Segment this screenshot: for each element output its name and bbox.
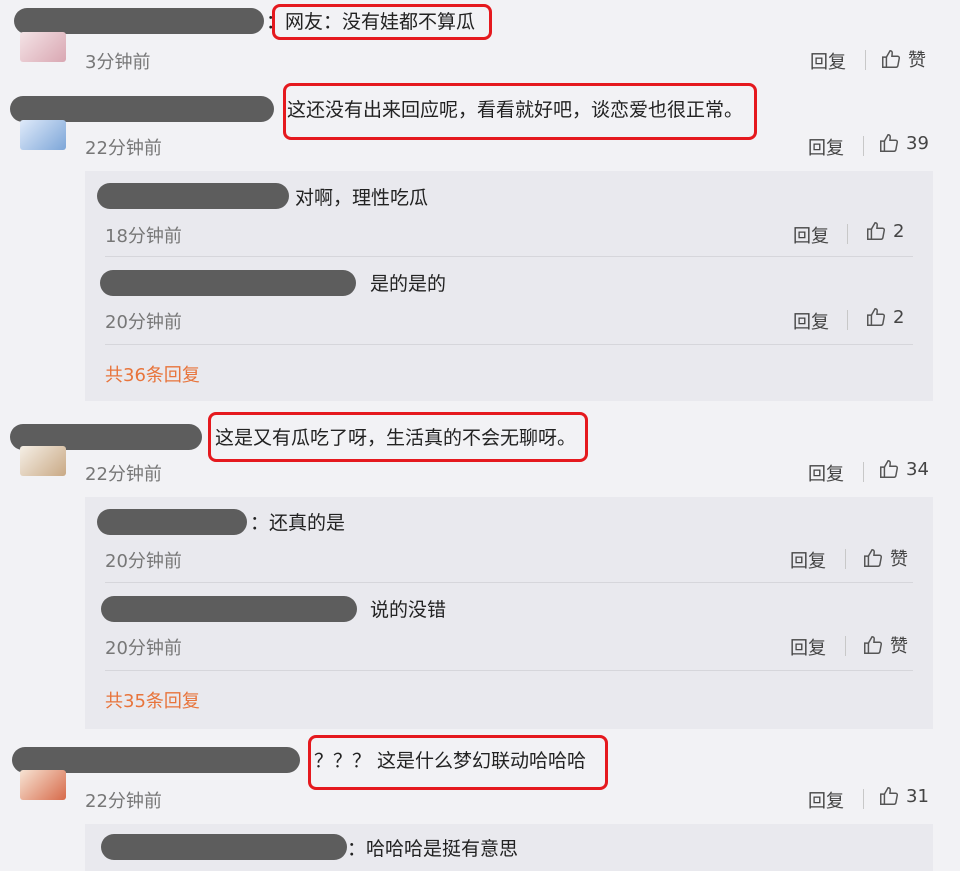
reply-button[interactable]: 回复: [793, 222, 829, 248]
like-count: 赞: [908, 50, 926, 71]
like-button[interactable]: 34: [878, 458, 929, 480]
reply-text: ：还真的是: [250, 512, 346, 534]
highlight-box: [208, 412, 588, 462]
reply-time: 18分钟前: [105, 226, 182, 247]
thumbs-up-icon: [864, 636, 883, 654]
reply-button[interactable]: 回复: [808, 787, 844, 813]
divider: [845, 549, 846, 569]
reply-panel: ：哈哈哈是挺有意思: [85, 824, 933, 871]
redacted-username[interactable]: [101, 596, 357, 622]
row-divider: [105, 582, 913, 583]
like-button[interactable]: 31: [878, 785, 929, 807]
like-count: 2: [893, 220, 905, 242]
reply-button[interactable]: 回复: [808, 460, 844, 486]
comment-time: 22分钟前: [85, 464, 162, 485]
avatar[interactable]: [20, 446, 66, 476]
redacted-username[interactable]: [97, 183, 289, 209]
highlight-box: [308, 735, 608, 790]
highlight-box: [283, 83, 757, 140]
more-replies-link[interactable]: 共36条回复: [105, 361, 200, 387]
row-divider: [105, 670, 913, 671]
highlight-box: [272, 4, 492, 40]
more-replies-link[interactable]: 共35条回复: [105, 687, 200, 713]
like-button[interactable]: 赞: [862, 545, 908, 571]
like-button[interactable]: 赞: [862, 632, 908, 658]
reply-button[interactable]: 回复: [793, 308, 829, 334]
thumbs-up-icon: [880, 460, 899, 478]
divider: [865, 50, 866, 70]
divider: [847, 310, 848, 330]
redacted-username[interactable]: [97, 509, 247, 535]
like-button[interactable]: 2: [865, 220, 904, 242]
divider: [863, 462, 864, 482]
thumbs-up-icon: [880, 134, 899, 152]
avatar[interactable]: [20, 770, 66, 800]
like-button[interactable]: 赞: [880, 46, 926, 72]
reply-time: 20分钟前: [105, 551, 182, 572]
divider: [845, 636, 846, 656]
redacted-username[interactable]: [101, 834, 347, 860]
like-button[interactable]: 39: [878, 132, 929, 154]
like-count: 31: [906, 785, 929, 807]
reply-text: 说的没错: [370, 599, 447, 621]
comment-time: 22分钟前: [85, 791, 162, 812]
reply-panel: ：还真的是 20分钟前 回复 赞 说的没错 20分钟前 回复 赞 共35条回复: [85, 497, 933, 729]
redacted-username[interactable]: [100, 270, 356, 296]
like-count: 39: [906, 132, 929, 154]
reply-time: 20分钟前: [105, 638, 182, 659]
thumbs-up-icon: [864, 549, 883, 567]
reply-button[interactable]: 回复: [790, 634, 826, 660]
redacted-username[interactable]: [10, 96, 274, 122]
like-count: 赞: [890, 549, 908, 570]
reply-button[interactable]: 回复: [790, 547, 826, 573]
reply-text: ：哈哈哈是挺有意思: [347, 838, 519, 860]
divider: [847, 224, 848, 244]
redacted-username[interactable]: [14, 8, 264, 34]
avatar[interactable]: [20, 120, 66, 150]
row-divider: [105, 344, 913, 345]
divider: [863, 136, 864, 156]
like-count: 34: [906, 458, 929, 480]
row-divider: [105, 256, 913, 257]
reply-button[interactable]: 回复: [810, 48, 846, 74]
like-count: 赞: [890, 636, 908, 657]
like-count: 2: [893, 306, 905, 328]
thumbs-up-icon: [882, 50, 901, 68]
reply-time: 20分钟前: [105, 312, 182, 333]
reply-text: 对啊，理性吃瓜: [295, 187, 429, 209]
thumbs-up-icon: [880, 787, 899, 805]
thumbs-up-icon: [867, 308, 886, 326]
comment-time: 3分钟前: [85, 52, 151, 73]
avatar[interactable]: [20, 32, 66, 62]
thumbs-up-icon: [867, 222, 886, 240]
comment-time: 22分钟前: [85, 138, 162, 159]
reply-text: 是的是的: [370, 273, 447, 295]
reply-button[interactable]: 回复: [808, 134, 844, 160]
like-button[interactable]: 2: [865, 306, 904, 328]
divider: [863, 789, 864, 809]
reply-panel: 对啊，理性吃瓜 18分钟前 回复 2 是的是的 20分钟前 回复 2 共36条回…: [85, 171, 933, 401]
